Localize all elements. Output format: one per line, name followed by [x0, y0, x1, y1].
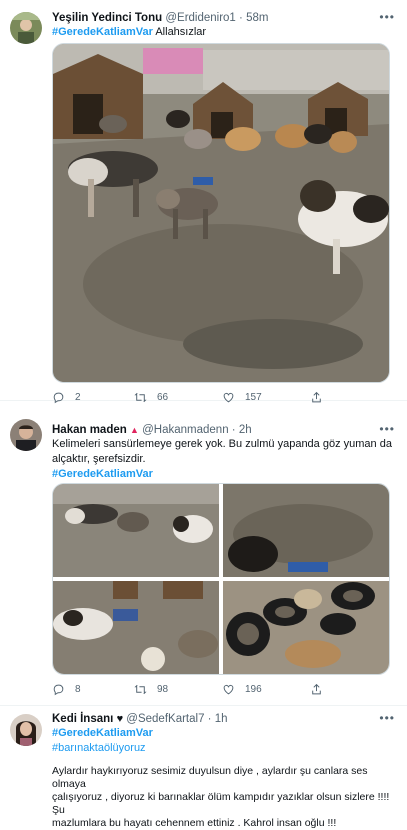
hashtag-link[interactable]: #GeredeKatliamVar — [52, 467, 393, 482]
tweet-1[interactable]: Yeşilin Yedinci Tonu @Erdideniro1 · 58m … — [0, 0, 407, 404]
share-icon — [312, 683, 321, 695]
reply-icon — [53, 684, 64, 696]
hashtag-link[interactable]: #GeredeKatliamVar — [52, 726, 393, 741]
more-options-icon[interactable]: ••• — [379, 422, 395, 436]
like-count: 196 — [245, 684, 262, 695]
tweet-2[interactable]: Hakan maden ▲ @Hakanmadenn · 2h ••• Keli… — [0, 401, 407, 706]
hashtag-link[interactable]: #barınaktaölüyoruz — [52, 741, 393, 756]
tweet-header: Yeşilin Yedinci Tonu @Erdideniro1 · 58m — [52, 12, 269, 24]
tweet-3[interactable]: Kedi İnsanı ♥ @SedefKartal7 · 1h ••• #Ge… — [0, 706, 407, 829]
tweet-header: Kedi İnsanı ♥ @SedefKartal7 · 1h — [52, 713, 228, 725]
tweet-actions: 8 98 196 — [52, 683, 387, 699]
retweet-count: 98 — [157, 684, 169, 695]
handle[interactable]: @Hakanmadenn — [142, 424, 228, 436]
tweet-photo-grid — [52, 483, 390, 675]
like-button[interactable]: 196 — [222, 683, 262, 696]
photo-top-right[interactable] — [223, 484, 389, 577]
tweet-line: Aylardır haykırıyoruz sesimiz duyulsun d… — [52, 765, 368, 790]
timestamp[interactable]: 2h — [239, 424, 252, 436]
tweet-text: Kelimeleri sansürlemeye gerek yok. Bu zu… — [52, 437, 393, 482]
avatar[interactable] — [10, 714, 42, 746]
tweet-text: #GeredeKatliamVar #barınaktaölüyoruz — [52, 726, 393, 756]
display-name[interactable]: Hakan maden — [52, 424, 127, 436]
display-name[interactable]: Kedi İnsanı — [52, 713, 113, 725]
reply-count: 8 — [75, 684, 81, 695]
display-name[interactable]: Yeşilin Yedinci Tonu — [52, 12, 162, 24]
reply-button[interactable]: 8 — [52, 683, 81, 696]
photo-bottom-right[interactable] — [223, 581, 389, 674]
retweet-icon — [134, 684, 147, 695]
tweet-photo[interactable] — [52, 43, 390, 383]
photo-top-left[interactable] — [53, 484, 219, 577]
black-heart-icon: ♥ — [116, 713, 124, 725]
red-triangle-icon: ▲ — [129, 425, 139, 435]
avatar[interactable] — [10, 12, 42, 44]
tweet-text: #GeredeKatliamVar Allahsızlar — [52, 25, 393, 40]
tweet-line: çalışıyoruz , diyoruz ki barınaklar ölüm… — [52, 791, 390, 816]
avatar[interactable] — [10, 419, 42, 451]
tweet-header: Hakan maden ▲ @Hakanmadenn · 2h — [52, 424, 252, 436]
retweet-button[interactable]: 98 — [134, 683, 168, 696]
tweet-line: mazlumlara bu hayatı cehennem ettiniz . … — [52, 817, 337, 829]
tweet-body: Allahsızlar — [155, 26, 207, 38]
hashtag-link[interactable]: #GeredeKatliamVar — [52, 26, 153, 38]
timestamp[interactable]: 58m — [246, 12, 268, 24]
tweet-line: Kelimeleri sansürlemeye gerek yok. Bu zu… — [52, 438, 392, 450]
photo-grid — [53, 484, 389, 674]
photo-bottom-left[interactable] — [53, 581, 219, 674]
handle[interactable]: @SedefKartal7 — [126, 713, 204, 725]
dog-shelter-photo — [53, 44, 389, 382]
share-button[interactable] — [310, 683, 323, 696]
more-options-icon[interactable]: ••• — [379, 10, 395, 24]
heart-icon — [223, 684, 234, 695]
tweet-body: Aylardır haykırıyoruz sesimiz duyulsun d… — [52, 765, 393, 830]
more-options-icon[interactable]: ••• — [379, 711, 395, 725]
handle[interactable]: @Erdideniro1 — [165, 12, 236, 24]
tweet-line: alçaktır, şerefsizdir. — [52, 453, 146, 465]
timestamp[interactable]: 1h — [215, 713, 228, 725]
